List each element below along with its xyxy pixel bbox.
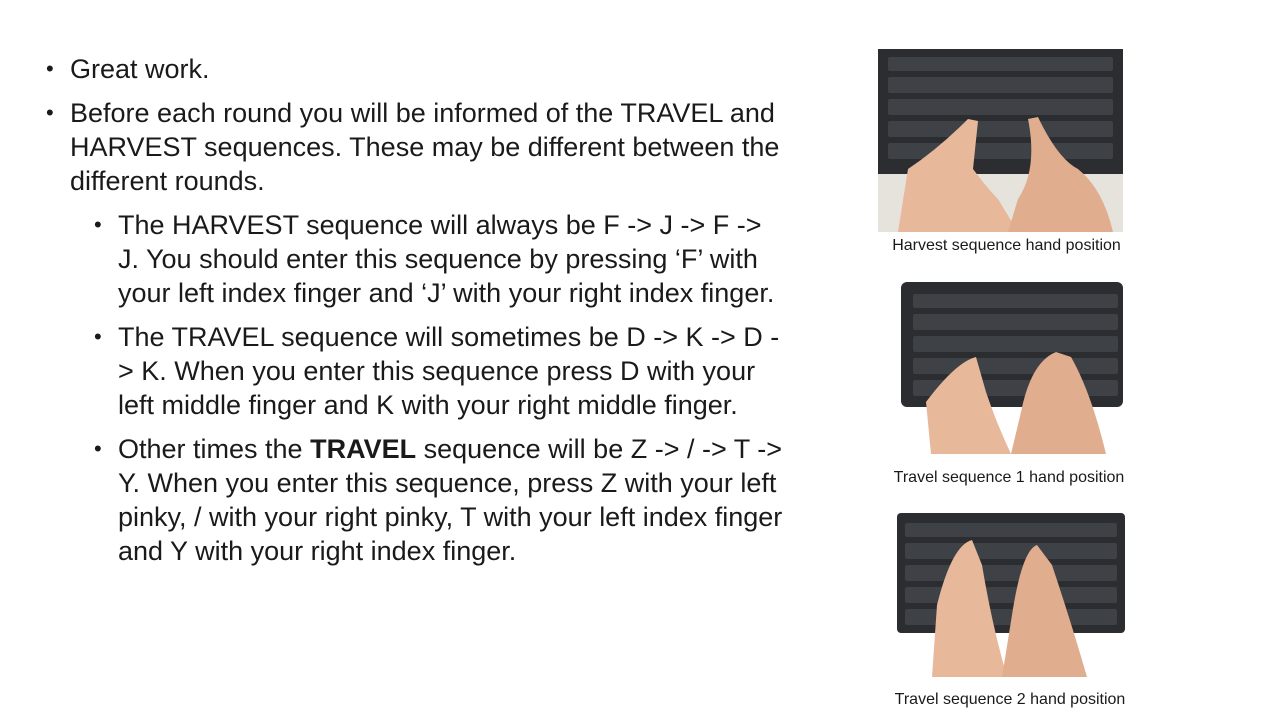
bullet-harvest: • The HARVEST sequence will always be F … (46, 208, 786, 310)
bullet-text: Great work. (70, 54, 210, 84)
travel-2-hand-photo (897, 505, 1125, 677)
bullet-sequences-info: • Before each round you will be informed… (46, 96, 786, 198)
bullet-dot: • (46, 56, 54, 81)
caption-travel-2: Travel sequence 2 hand position (894, 691, 1126, 708)
slide: • Great work. • Before each round you wi… (0, 0, 1280, 720)
caption-harvest: Harvest sequence hand position (892, 237, 1121, 254)
bullet-dot: • (46, 100, 54, 125)
harvest-hand-photo (878, 49, 1123, 232)
caption-travel-1: Travel sequence 1 hand position (893, 469, 1125, 486)
bullet-dot: • (94, 436, 102, 461)
bullet-travel-1: • The TRAVEL sequence will sometimes be … (46, 320, 786, 422)
keyboard-hands-photo-icon (897, 505, 1125, 677)
bullet-text: Before each round you will be informed o… (70, 98, 780, 196)
bullet-text: The TRAVEL sequence will sometimes be D … (118, 322, 780, 420)
bold-travel: TRAVEL (310, 434, 417, 464)
bullet-great-work: • Great work. (46, 52, 786, 86)
keyboard-hands-photo-icon (878, 49, 1123, 232)
bullet-text: Other times the TRAVEL sequence will be … (118, 434, 783, 566)
bullet-travel-2: • Other times the TRAVEL sequence will b… (46, 432, 786, 568)
keyboard-hands-photo-icon (881, 272, 1123, 454)
bullet-dot: • (94, 212, 102, 237)
bullet-dot: • (94, 324, 102, 349)
bullet-list: • Great work. • Before each round you wi… (46, 52, 786, 578)
bullet-text: The HARVEST sequence will always be F ->… (118, 210, 775, 308)
travel-1-hand-photo (881, 272, 1123, 454)
